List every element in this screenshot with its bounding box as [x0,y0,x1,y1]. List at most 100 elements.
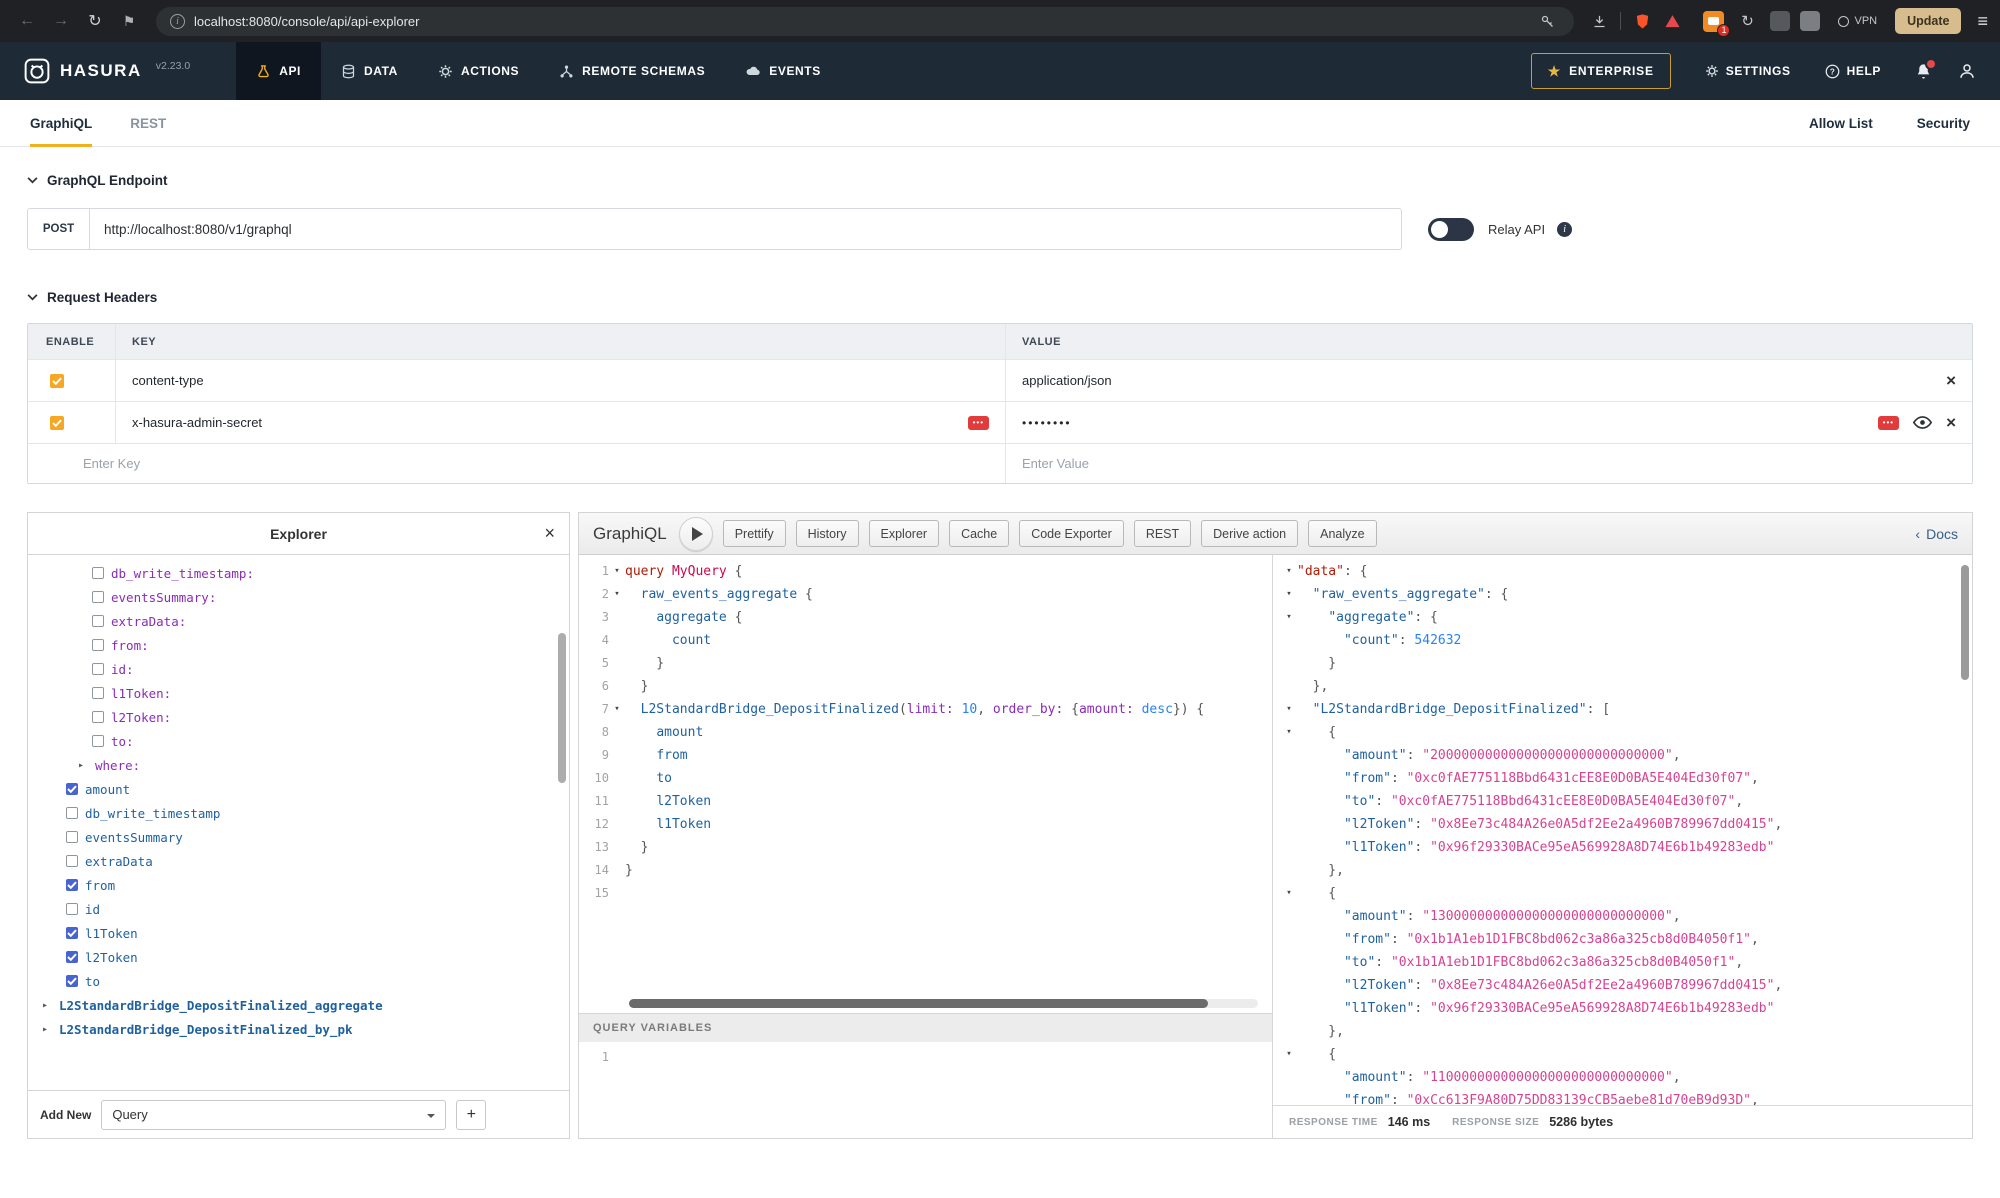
link-allow-list[interactable]: Allow List [1809,116,1873,131]
nav-tab-actions[interactable]: ACTIONS [418,42,539,100]
sync-extension-icon[interactable]: ↻ [1734,8,1760,34]
checkbox-icon[interactable] [66,975,78,987]
explorer-field-item[interactable]: from [28,873,569,897]
toolbar-button-cache[interactable]: Cache [949,520,1009,547]
explorer-field-item[interactable]: id [28,897,569,921]
checkbox-icon[interactable] [92,663,104,675]
checkbox-icon[interactable] [92,711,104,723]
operation-type-select[interactable]: Query [101,1100,446,1130]
link-security[interactable]: Security [1917,116,1970,131]
toolbar-button-rest[interactable]: REST [1134,520,1191,547]
editor-horizontal-scrollbar[interactable] [629,999,1258,1008]
explorer-argument-item[interactable]: l2Token: [28,705,569,729]
fold-caret-icon[interactable]: ▾ [1281,721,1297,744]
nav-tab-events[interactable]: EVENTS [725,42,841,100]
toolbar-button-history[interactable]: History [796,520,859,547]
vpn-indicator[interactable]: VPN [1838,15,1877,27]
remove-header-button[interactable]: × [1946,414,1956,431]
close-icon[interactable]: × [544,523,555,544]
endpoint-url-input[interactable]: http://localhost:8080/v1/graphql [90,209,1401,249]
brave-shield-icon[interactable] [1629,8,1655,34]
checkbox-icon[interactable] [92,615,104,627]
checkbox-icon[interactable] [66,903,78,915]
key-icon[interactable] [1534,8,1560,34]
query-variables-editor[interactable]: 1 [579,1042,1272,1138]
scrollbar-thumb[interactable] [629,999,1208,1008]
masked-token-badge[interactable]: ••• [968,416,989,430]
warning-triangle-icon[interactable] [1659,8,1685,34]
fold-caret-icon[interactable]: ▾ [609,698,625,721]
nav-tab-api[interactable]: API [236,42,321,100]
explorer-argument-item[interactable]: extraData: [28,609,569,633]
header-value-input[interactable]: •••••••• [1022,416,1072,430]
query-editor-lines[interactable]: 1▾query MyQuery {2▾ raw_events_aggregate… [579,555,1272,1013]
bookmark-icon[interactable]: ⚑ [114,6,144,36]
checkbox-icon[interactable] [92,591,104,603]
explorer-field-item[interactable]: l1Token [28,921,569,945]
checkbox-icon[interactable] [66,879,78,891]
fold-caret-icon[interactable]: ▾ [1281,583,1297,606]
fold-caret-icon[interactable]: ▾ [1281,606,1297,629]
toolbar-button-code-exporter[interactable]: Code Exporter [1019,520,1124,547]
site-info-icon[interactable]: i [170,14,185,29]
toolbar-button-analyze[interactable]: Analyze [1308,520,1376,547]
toolbar-button-explorer[interactable]: Explorer [869,520,940,547]
browser-reload-icon[interactable]: ↻ [80,6,110,36]
explorer-scrollbar[interactable] [558,633,566,783]
fold-caret-icon[interactable]: ▾ [1281,882,1297,905]
checkbox-icon[interactable] [92,567,104,579]
checkbox-icon[interactable] [92,687,104,699]
download-icon[interactable] [1586,8,1612,34]
relay-api-toggle[interactable] [1428,218,1474,241]
remove-header-button[interactable]: × [1946,372,1956,389]
toolbar-button-derive-action[interactable]: Derive action [1201,520,1298,547]
checkbox-icon[interactable] [66,783,78,795]
menu-icon[interactable]: ≡ [1977,11,1988,32]
user-menu-button[interactable] [1958,62,1976,80]
explorer-field-item[interactable]: to [28,969,569,993]
info-icon[interactable]: i [1557,222,1572,237]
enable-checkbox[interactable] [50,374,64,388]
checkbox-icon[interactable] [92,639,104,651]
response-scrollbar[interactable] [1961,565,1969,680]
explorer-collapsed-item[interactable]: ▸L2StandardBridge_DepositFinalized_by_pk [28,1017,569,1041]
query-variables-header[interactable]: QUERY VARIABLES [579,1013,1272,1042]
explorer-argument-item[interactable]: l1Token: [28,681,569,705]
header-key-input[interactable]: content-type [132,373,204,388]
fold-caret-icon[interactable]: ▾ [1281,560,1297,583]
explorer-field-item[interactable]: eventsSummary [28,825,569,849]
explorer-argument-item[interactable]: to: [28,729,569,753]
update-button[interactable]: Update [1895,8,1961,34]
toolbar-button-prettify[interactable]: Prettify [723,520,786,547]
explorer-argument-item[interactable]: db_write_timestamp: [28,561,569,585]
docs-button[interactable]: ‹ Docs [1915,526,1958,542]
new-header-value-input[interactable]: Enter Value [1022,456,1089,471]
fold-caret-icon[interactable]: ▾ [609,583,625,606]
notifications-button[interactable] [1915,63,1932,80]
checkbox-icon[interactable] [66,855,78,867]
graphql-endpoint-section-header[interactable]: GraphQL Endpoint [27,173,1973,188]
header-key-input[interactable]: x-hasura-admin-secret [132,415,262,430]
fold-caret-icon[interactable]: ▾ [609,560,625,583]
browser-back-icon[interactable]: ← [12,6,42,36]
checkbox-icon[interactable] [92,735,104,747]
help-button[interactable]: ? HELP [1825,64,1881,79]
explorer-argument-item[interactable]: from: [28,633,569,657]
enterprise-button[interactable]: ★ ENTERPRISE [1531,53,1671,89]
response-viewer[interactable]: ▾"data": {▾ "raw_events_aggregate": {▾ "… [1273,555,1972,1105]
settings-button[interactable]: SETTINGS [1705,64,1791,78]
explorer-argument-item[interactable]: id: [28,657,569,681]
tab-graphiql[interactable]: GraphiQL [30,100,92,147]
explorer-field-item[interactable]: db_write_timestamp [28,801,569,825]
new-header-key-input[interactable]: Enter Key [83,456,140,471]
explorer-field-item[interactable]: extraData [28,849,569,873]
explorer-field-item[interactable]: amount [28,777,569,801]
explorer-collapsed-item[interactable]: ▸L2StandardBridge_DepositFinalized_aggre… [28,993,569,1017]
checkbox-icon[interactable] [66,831,78,843]
explorer-argument-item[interactable]: eventsSummary: [28,585,569,609]
checkbox-icon[interactable] [66,927,78,939]
checkbox-icon[interactable] [66,807,78,819]
eye-icon[interactable] [1913,416,1932,429]
request-headers-section-header[interactable]: Request Headers [27,290,1973,305]
explorer-where-item[interactable]: ▸where: [28,753,569,777]
